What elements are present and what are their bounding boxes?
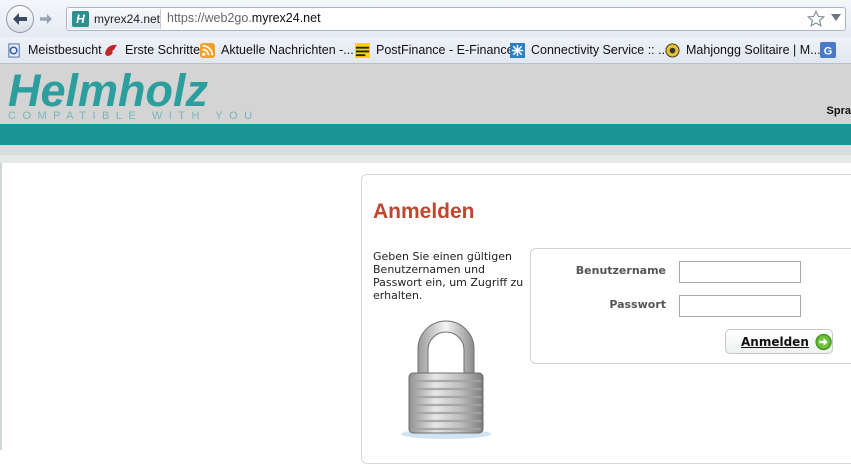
bookmark-item[interactable]: Connectivity Service :: ... <box>509 41 669 59</box>
username-label: Benutzername <box>575 264 666 277</box>
bookmark-item[interactable]: Meistbesucht <box>6 41 102 59</box>
site-identity-label: myrex24.net <box>93 12 160 26</box>
rss-feed-icon <box>199 42 215 58</box>
google-icon: G <box>820 42 836 58</box>
username-input[interactable] <box>679 261 801 283</box>
header-divider <box>0 145 851 155</box>
logo-tagline: COMPATIBLE WITH YOU <box>8 110 259 122</box>
firefox-start-icon <box>103 42 119 58</box>
bookmark-item[interactable]: PostFinance - E-Finance <box>354 41 514 59</box>
postfinance-icon <box>354 42 370 58</box>
url-bar[interactable]: H myrex24.net https://web2go.myrex24.net <box>66 7 846 31</box>
browser-nav-bar: H myrex24.net https://web2go.myrex24.net <box>0 0 851 37</box>
url-domain: myrex24.net <box>251 11 321 25</box>
bookmark-item[interactable]: Aktuelle Nachrichten -... <box>199 41 354 59</box>
login-form: Benutzername Passwort Anmelden <box>530 248 851 364</box>
bookmark-label: PostFinance - E-Finance <box>376 43 514 57</box>
login-instructions: Geben Sie einen gültigen Benutzernamen u… <box>373 250 524 302</box>
arrow-right-icon <box>40 13 52 25</box>
password-input[interactable] <box>679 295 801 317</box>
site-favicon-icon: H <box>72 11 89 27</box>
bookmark-item[interactable]: Mahjongg Solitaire | M... <box>664 41 821 59</box>
bookmark-item[interactable]: Erste Schritte <box>103 41 200 59</box>
site-identity-button[interactable]: H myrex24.net <box>68 9 161 29</box>
language-label[interactable]: Spra <box>827 105 851 117</box>
login-panel: Anmelden Geben Sie einen gültigen Benutz… <box>361 174 851 464</box>
back-button[interactable] <box>6 5 34 33</box>
bookmark-item[interactable]: G <box>820 41 842 59</box>
password-label: Passwort <box>609 298 666 311</box>
arrow-left-icon <box>13 13 27 25</box>
header-divider-light <box>0 155 851 163</box>
padlock-icon <box>401 320 491 439</box>
arrow-right-circle-icon <box>815 333 832 350</box>
login-submit-button[interactable]: Anmelden <box>725 329 833 354</box>
bookmark-label: Meistbesucht <box>28 43 102 57</box>
url-text[interactable]: https://web2go.myrex24.net <box>167 11 321 25</box>
login-button-label: Anmelden <box>741 334 809 349</box>
bookmarks-toolbar: Meistbesucht Erste Schritte Aktuelle Nac… <box>0 37 851 64</box>
content-left-border <box>0 163 2 450</box>
bookmark-label: Aktuelle Nachrichten -... <box>221 43 354 57</box>
header-teal-bar <box>0 124 851 145</box>
snowflake-icon <box>509 42 525 58</box>
bookmark-star-icon[interactable] <box>807 10 825 28</box>
bookmark-label: Erste Schritte <box>125 43 201 57</box>
most-visited-icon <box>6 42 22 58</box>
url-dropdown-icon[interactable] <box>831 14 841 22</box>
bookmark-label: Connectivity Service :: ... <box>531 43 669 57</box>
google-glyph: G <box>824 46 833 58</box>
forward-button[interactable] <box>36 9 56 29</box>
mahjongg-icon <box>664 42 680 58</box>
helmholz-logo[interactable]: Helmholz <box>8 66 208 116</box>
bookmark-label: Mahjongg Solitaire | M... <box>686 43 821 57</box>
site-header: Helmholz COMPATIBLE WITH YOU Spra <box>0 64 851 124</box>
url-prefix: https://web2go. <box>167 11 252 25</box>
login-title: Anmelden <box>373 200 475 223</box>
